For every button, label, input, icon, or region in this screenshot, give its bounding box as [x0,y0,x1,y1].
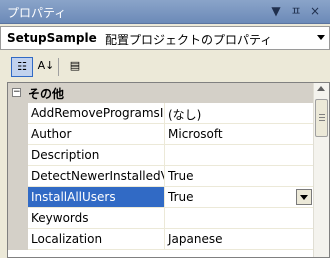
collapse-icon[interactable]: − [12,88,21,97]
category-header[interactable]: − その他 [8,83,313,103]
categorized-icon[interactable]: ☷ [11,57,33,77]
property-name[interactable]: Author [28,124,165,145]
property-grid: − その他 AddRemoveProgramsIcon (なし) Author … [7,82,330,258]
property-row[interactable]: Description [8,145,313,166]
properties-toolbar: ☷ A↓ ▤ [0,52,330,80]
title-bar: プロパティ ▼ ㅍ × [0,0,330,24]
alphabetical-icon[interactable]: A↓ [35,57,57,77]
property-name[interactable]: DetectNewerInstalledVersion [28,166,165,187]
object-selector[interactable]: SetupSample 配置プロジェクトのプロパティ [0,26,330,50]
property-value[interactable]: (なし) [165,103,313,124]
property-row[interactable]: DetectNewerInstalledVersion True [8,166,313,187]
window-title: プロパティ [7,6,67,20]
vertical-scrollbar[interactable] [313,83,329,257]
property-name[interactable]: Localization [28,229,165,250]
property-row-selected[interactable]: InstallAllUsers True [8,187,313,208]
close-icon[interactable]: × [307,3,323,19]
toolbar-separator [58,58,59,76]
chevron-down-icon [300,195,308,200]
scrollbar-thumb[interactable] [315,99,328,137]
property-row[interactable]: Author Microsoft [8,124,313,145]
scroll-up-icon[interactable] [317,86,325,91]
property-value[interactable] [165,145,313,166]
category-label: その他 [28,87,65,101]
property-row[interactable]: AddRemoveProgramsIcon (なし) [8,103,313,124]
object-type: 配置プロジェクトのプロパティ [105,33,273,47]
property-name[interactable]: InstallAllUsers [28,187,165,208]
pin-icon[interactable]: ㅍ [288,3,304,19]
property-value[interactable]: True [165,166,313,187]
property-pages-icon[interactable]: ▤ [64,57,86,77]
property-row[interactable]: Keywords [8,208,313,229]
property-name[interactable]: Description [28,145,165,166]
property-row[interactable]: Localization Japanese [8,229,313,250]
property-value[interactable]: Microsoft [165,124,313,145]
property-name[interactable]: Keywords [28,208,165,229]
window-menu-dropdown-icon[interactable]: ▼ [268,3,284,19]
property-value[interactable] [165,208,313,229]
property-value[interactable]: Japanese [165,229,313,250]
value-dropdown-button[interactable] [296,189,312,205]
chevron-down-icon[interactable] [317,35,325,40]
object-name: SetupSample [7,31,97,45]
property-name[interactable]: AddRemoveProgramsIcon [28,103,165,124]
property-value[interactable]: True [165,187,313,208]
